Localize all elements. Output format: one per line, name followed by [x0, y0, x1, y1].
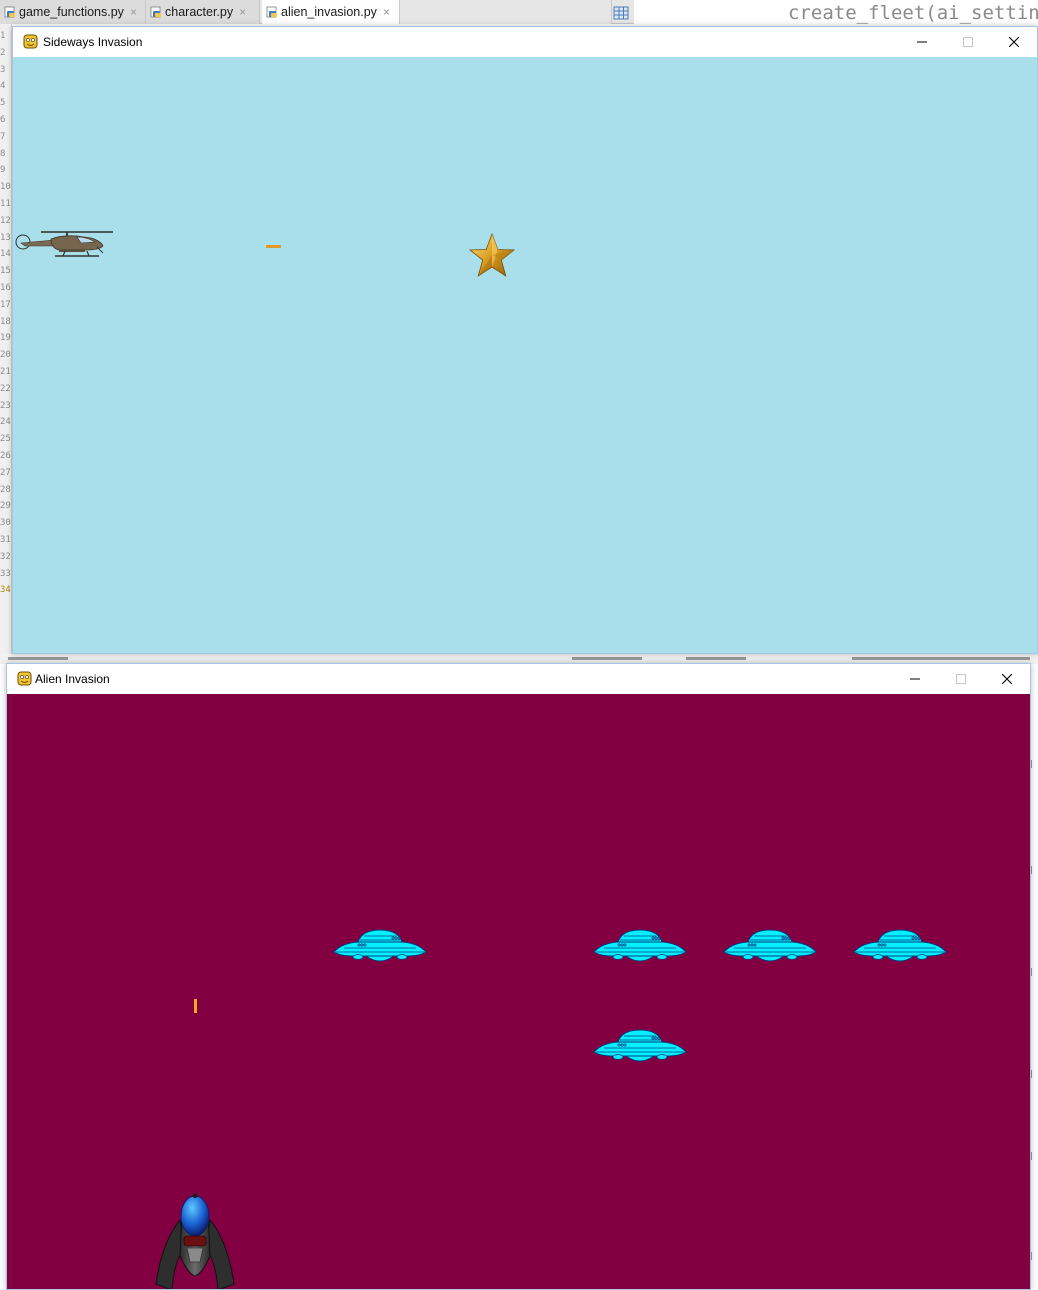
- bullet-horizontal: [266, 245, 281, 248]
- window-title: Sideways Invasion: [43, 35, 143, 49]
- window-titlebar[interactable]: Sideways Invasion: [13, 27, 1037, 57]
- line-number: 23: [0, 400, 11, 411]
- line-number: 3: [0, 64, 6, 75]
- line-number: 22: [0, 383, 11, 394]
- game-canvas-alien[interactable]: [7, 694, 1030, 1289]
- maximize-icon: [956, 674, 966, 684]
- close-tab-icon[interactable]: ×: [239, 5, 246, 19]
- line-number: 14: [0, 249, 11, 260]
- line-number: 11: [0, 199, 11, 209]
- line-number: 9: [0, 165, 6, 176]
- alien-ufo: [333, 929, 427, 962]
- line-number: 6: [0, 115, 6, 125]
- gold-star: [469, 233, 515, 277]
- line-number: 20: [0, 350, 11, 361]
- minimize-button[interactable]: [899, 27, 945, 57]
- line-number: 18: [0, 316, 11, 327]
- close-button[interactable]: [991, 27, 1037, 57]
- tab-character[interactable]: character.py ×: [146, 0, 260, 24]
- line-number: 5: [0, 98, 6, 109]
- player-ship: [155, 1193, 235, 1289]
- tab-label: alien_invasion.py: [281, 5, 377, 19]
- line-number: 12: [0, 215, 11, 226]
- close-tab-icon[interactable]: ×: [130, 5, 137, 19]
- line-number: 2: [0, 47, 6, 58]
- line-number: 16: [0, 283, 11, 293]
- python-file-icon: [266, 6, 277, 18]
- line-number: 4: [0, 81, 6, 92]
- line-number: 8: [0, 148, 6, 159]
- line-number: 33: [0, 568, 11, 579]
- line-number: 24: [0, 417, 11, 428]
- grid-icon[interactable]: [612, 4, 630, 22]
- alien-ufo: [853, 929, 947, 962]
- game-canvas-sideways[interactable]: [13, 57, 1037, 653]
- close-icon: [1009, 37, 1019, 47]
- tab-label: game_functions.py: [19, 5, 124, 19]
- close-icon: [1002, 674, 1012, 684]
- close-button[interactable]: [984, 664, 1030, 694]
- pygame-snake-icon: [17, 671, 32, 686]
- line-number: 15: [0, 266, 11, 277]
- ide-editor-edge: [1030, 664, 1038, 1290]
- line-number: 19: [0, 333, 11, 344]
- minimize-icon: [910, 678, 920, 680]
- window-title: Alien Invasion: [35, 672, 110, 686]
- maximize-button[interactable]: [938, 664, 984, 694]
- line-number: 7: [0, 131, 6, 142]
- line-number: 27: [0, 467, 11, 478]
- line-number-gutter: 1 2 3 4 5 6 7 8 9 10 11 12 13 14 15 16 17 18 19 20 21 22 23 24 2…: [0, 24, 12, 654]
- window-titlebar[interactable]: Alien Invasion: [7, 664, 1030, 694]
- line-number: 10: [0, 182, 11, 193]
- tab-bar-empty-area: [400, 0, 612, 24]
- line-number: 13: [0, 232, 11, 243]
- python-file-icon: [150, 6, 161, 18]
- line-number: 32: [0, 551, 11, 562]
- line-number: 21: [0, 367, 11, 377]
- line-number: 26: [0, 451, 11, 461]
- tab-label: character.py: [165, 5, 234, 19]
- line-number: 28: [0, 484, 11, 495]
- ide-tab-bar: game_functions.py × character.py × alien_i…: [0, 0, 634, 24]
- maximize-button[interactable]: [945, 27, 991, 57]
- pygame-snake-icon: [23, 34, 38, 49]
- alien-ufo: [723, 929, 817, 962]
- helicopter-sprite: [15, 231, 113, 257]
- tab-alien-invasion[interactable]: alien_invasion.py ×: [262, 0, 400, 24]
- line-number: 25: [0, 434, 11, 445]
- line-number: 34: [0, 585, 11, 596]
- code-line-fragment: create_fleet(ai_settings: [636, 0, 1038, 24]
- minimize-icon: [917, 41, 927, 43]
- alien-ufo: [593, 929, 687, 962]
- maximize-icon: [963, 37, 973, 47]
- alien-ufo: [593, 1029, 687, 1062]
- sideways-invasion-window[interactable]: Sideways Invasion: [12, 26, 1038, 654]
- line-number: 1: [0, 31, 6, 41]
- bullet-vertical: [194, 999, 197, 1013]
- alien-invasion-window[interactable]: Alien Invasion: [6, 663, 1031, 1290]
- line-number: 31: [0, 535, 11, 545]
- python-file-icon: [4, 6, 15, 18]
- line-number: 29: [0, 501, 11, 512]
- minimize-button[interactable]: [892, 664, 938, 694]
- close-tab-icon[interactable]: ×: [383, 5, 390, 19]
- line-number: 30: [0, 518, 11, 529]
- tab-game-functions[interactable]: game_functions.py ×: [0, 0, 146, 24]
- line-number: 17: [0, 299, 11, 310]
